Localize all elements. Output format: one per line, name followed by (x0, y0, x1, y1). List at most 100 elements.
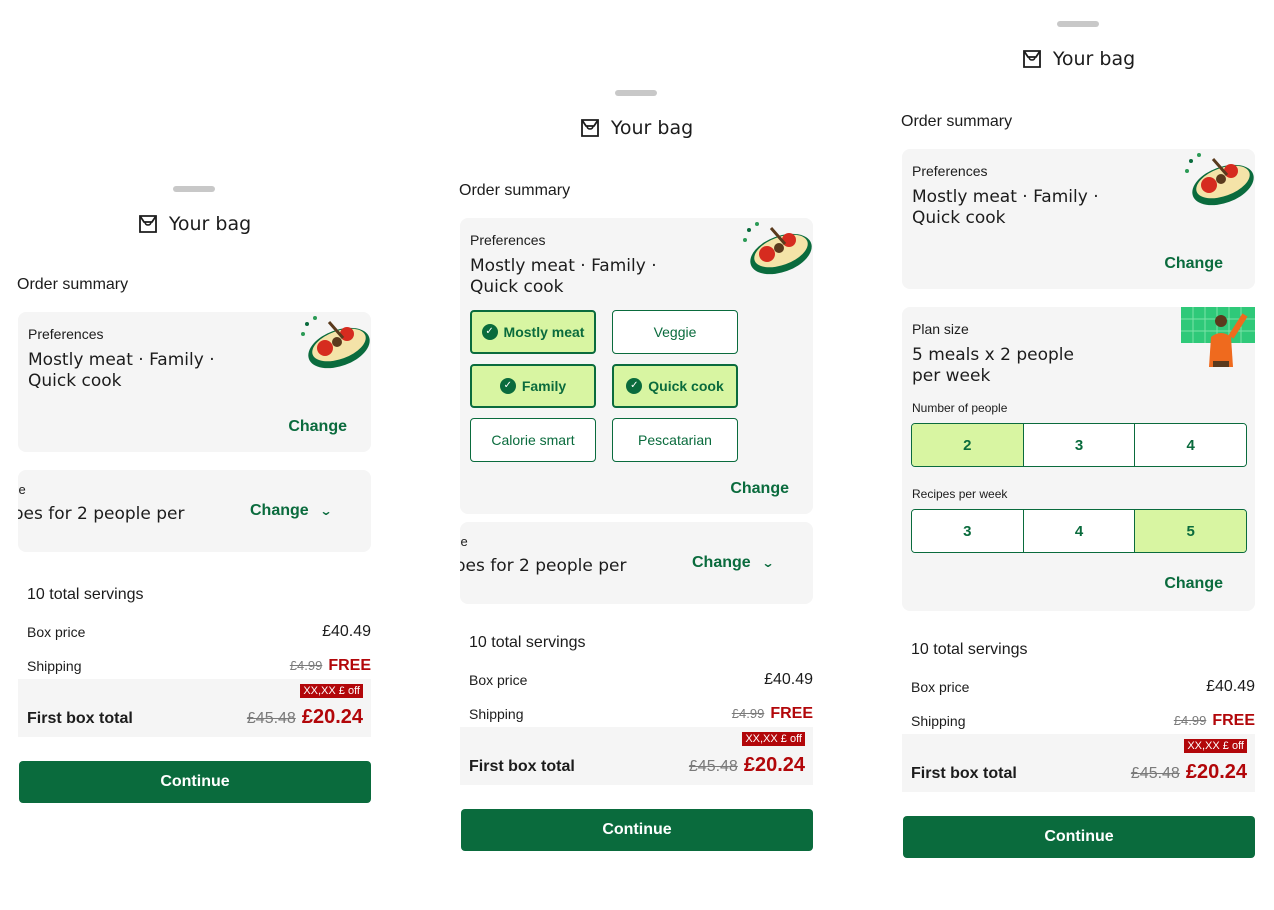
discount-badge: XX,XX £ off (742, 732, 805, 746)
drag-handle[interactable] (1057, 21, 1099, 27)
plan-size-change-toggle[interactable]: Change ⌄ (692, 554, 774, 572)
plan-size-label: ze (460, 534, 468, 549)
box-price-value: £40.49 (1206, 678, 1255, 695)
totals-section: 10 total servings Box price £40.49 Shipp… (27, 586, 371, 675)
recipes-option-5[interactable]: 5 (1135, 510, 1246, 552)
preferences-change-link[interactable]: Change (288, 418, 347, 435)
shipping-free: FREE (770, 705, 813, 722)
continue-button[interactable]: Continue (19, 761, 371, 803)
shipping-label: Shipping (27, 658, 82, 674)
totals-section: 10 total servings Box price £40.49 Shipp… (911, 641, 1255, 730)
box-price-row: Box price £40.49 (911, 678, 1255, 696)
shipping-label: Shipping (911, 713, 966, 729)
bag-icon (580, 119, 599, 137)
bag-icon (138, 215, 157, 233)
order-summary-heading: Order summary (459, 182, 571, 199)
shipping-old-price: £4.99 (289, 658, 323, 673)
continue-button[interactable]: Continue (903, 816, 1255, 858)
box-price-value: £40.49 (322, 623, 371, 640)
people-option-3[interactable]: 3 (1023, 424, 1136, 466)
preferences-value: Mostly meat · Family · Quick cook (28, 350, 215, 391)
servings-count: 10 total servings (27, 586, 144, 603)
plan-size-change-label: Change (692, 554, 751, 571)
first-box-new-price: £20.24 (743, 754, 805, 776)
first-box-total-label: First box total (469, 758, 575, 775)
preferences-card: Preferences Mostly meat · Family · Quick… (902, 149, 1255, 289)
chip-label: Mostly meat (503, 324, 585, 340)
first-box-total-block: XX,XX £ off First box total £45.48 £20.24 (18, 679, 371, 737)
plan-size-value: ipes for 2 people per (18, 504, 185, 524)
shipping-old-price: £4.99 (731, 706, 765, 721)
preferences-change-link[interactable]: Change (730, 480, 789, 497)
bag-title: Your bag (610, 117, 694, 139)
box-price-label: Box price (27, 624, 86, 640)
drag-handle[interactable] (173, 186, 215, 192)
servings-count: 10 total servings (911, 641, 1028, 658)
box-price-value: £40.49 (764, 671, 813, 688)
order-summary-heading: Order summary (901, 113, 1013, 130)
chip-label: Veggie (653, 324, 697, 340)
bowl-illustration (743, 222, 812, 275)
preferences-card: Preferences Mostly meat · Family · Quick… (18, 312, 371, 452)
chip-family[interactable]: ✓ Family (470, 364, 596, 408)
people-label: Number of people (912, 401, 1008, 415)
first-box-new-price: £20.24 (1185, 761, 1247, 783)
box-price-row: Box price £40.49 (469, 671, 813, 689)
chip-pescatarian[interactable]: Pescatarian (612, 418, 738, 462)
recipes-option-4[interactable]: 4 (1023, 510, 1136, 552)
check-icon: ✓ (626, 378, 643, 394)
chip-mostly-meat[interactable]: ✓ Mostly meat (470, 310, 596, 354)
bag-sheet-collapsed: Your bag Order summary Preferences Mostl… (9, 186, 379, 803)
shipping-label: Shipping (469, 706, 524, 722)
first-box-total-block: XX,XX £ off First box total £45.48 £20.24 (902, 734, 1255, 792)
first-box-total-block: XX,XX £ off First box total £45.48 £20.24 (460, 727, 813, 785)
first-box-old-price: £45.48 (688, 758, 738, 775)
bag-sheet-preferences-expanded: Your bag Order summary Preferences Mostl… (451, 90, 821, 851)
shipping-row: Shipping £4.99 FREE (911, 712, 1255, 730)
servings-count: 10 total servings (469, 634, 586, 651)
plan-size-card-collapsed[interactable]: ze ipes for 2 people per Change ⌄ (18, 470, 371, 552)
preferences-card: Preferences Mostly meat · Family · Quick… (460, 218, 813, 514)
drag-handle[interactable] (615, 90, 657, 96)
shipping-row: Shipping £4.99 FREE (469, 705, 813, 723)
plan-size-change-link[interactable]: Change (1164, 575, 1223, 592)
person-illustration (1181, 307, 1255, 367)
plan-size-card: Plan size 5 meals x 2 people per week Nu… (902, 307, 1255, 611)
bowl-illustration (301, 316, 370, 369)
box-price-label: Box price (911, 679, 970, 695)
plan-size-card-collapsed[interactable]: ze ipes for 2 people per Change ⌄ (460, 522, 813, 604)
bag-header: Your bag (9, 210, 379, 238)
plan-size-value: ipes for 2 people per (460, 556, 627, 576)
preference-chips: ✓ Mostly meat Veggie ✓ Family ✓ Quick cook … (470, 310, 803, 462)
chip-label: Pescatarian (638, 432, 712, 448)
people-selector: 2 3 4 (911, 423, 1247, 467)
check-icon: ✓ (499, 378, 516, 394)
preferences-change-link[interactable]: Change (1164, 255, 1223, 272)
preferences-value: Mostly meat · Family · Quick cook (470, 256, 657, 297)
plan-size-change-toggle[interactable]: Change ⌄ (250, 502, 332, 520)
plan-size-change-label: Change (250, 502, 309, 519)
chip-veggie[interactable]: Veggie (612, 310, 738, 354)
shipping-free: FREE (328, 657, 371, 674)
recipes-option-3[interactable]: 3 (912, 510, 1024, 552)
chip-quick-cook[interactable]: ✓ Quick cook (612, 364, 738, 408)
order-summary-heading: Order summary (17, 276, 129, 293)
check-icon: ✓ (481, 324, 498, 340)
people-option-2[interactable]: 2 (912, 424, 1024, 466)
bag-icon (1022, 50, 1041, 68)
bowl-illustration (1185, 153, 1254, 206)
shipping-row: Shipping £4.99 FREE (27, 657, 371, 675)
box-price-label: Box price (469, 672, 528, 688)
discount-badge: XX,XX £ off (300, 684, 363, 698)
bag-title: Your bag (168, 213, 252, 235)
first-box-new-price: £20.24 (301, 706, 363, 728)
first-box-total-label: First box total (911, 765, 1017, 782)
discount-badge: XX,XX £ off (1184, 739, 1247, 753)
continue-button[interactable]: Continue (461, 809, 813, 851)
people-option-4[interactable]: 4 (1135, 424, 1246, 466)
chip-calorie-smart[interactable]: Calorie smart (470, 418, 596, 462)
plan-size-label: ze (18, 482, 26, 497)
preferences-value: Mostly meat · Family · Quick cook (912, 187, 1099, 228)
first-box-old-price: £45.48 (246, 710, 296, 727)
totals-section: 10 total servings Box price £40.49 Shipp… (469, 634, 813, 723)
